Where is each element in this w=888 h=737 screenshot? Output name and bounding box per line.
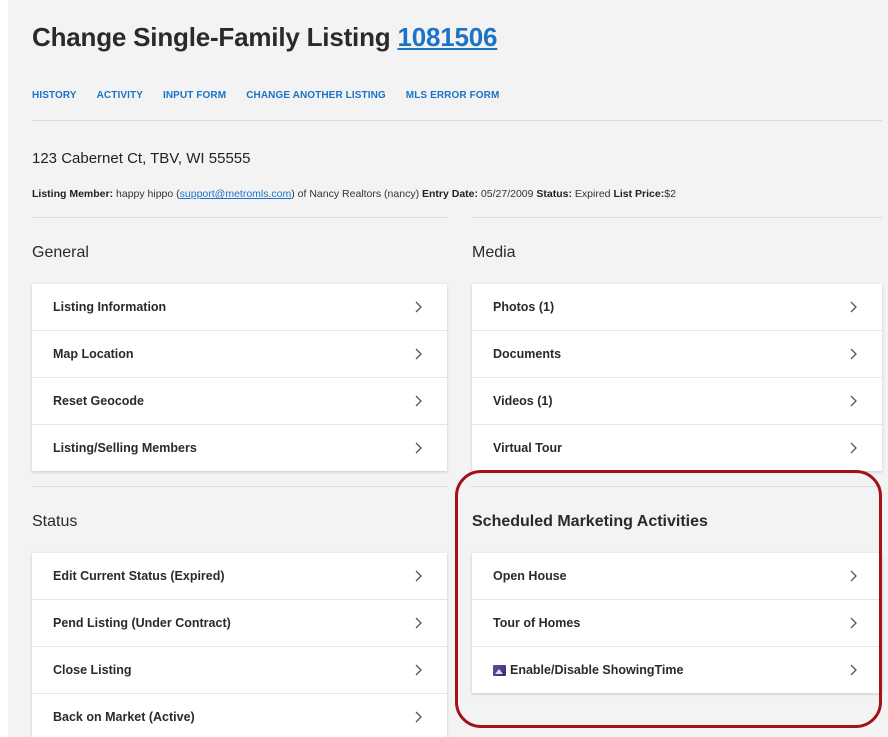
media-item-videos[interactable]: Videos (1) bbox=[472, 378, 882, 425]
row-label: Back on Market (Active) bbox=[53, 710, 195, 724]
general-item-listing-information[interactable]: Listing Information bbox=[32, 284, 447, 331]
top-nav: HISTORY ACTIVITY INPUT FORM CHANGE ANOTH… bbox=[32, 90, 499, 101]
list-price-value: $2 bbox=[664, 188, 676, 200]
chevron-right-icon bbox=[850, 442, 857, 454]
chevron-right-icon bbox=[415, 570, 422, 582]
media-item-virtual-tour[interactable]: Virtual Tour bbox=[472, 425, 882, 471]
general-top-divider bbox=[32, 217, 447, 218]
chevron-right-icon bbox=[415, 442, 422, 454]
media-item-photos[interactable]: Photos (1) bbox=[472, 284, 882, 331]
row-label: Photos (1) bbox=[493, 300, 555, 314]
row-label: Listing Information bbox=[53, 300, 167, 314]
chevron-right-icon bbox=[415, 617, 422, 629]
status-item-pend-listing[interactable]: Pend Listing (Under Contract) bbox=[32, 600, 447, 647]
row-label: Edit Current Status (Expired) bbox=[53, 569, 225, 583]
entry-date: 05/27/2009 bbox=[480, 188, 534, 200]
member-office: ) of Nancy Realtors (nancy) bbox=[291, 188, 420, 200]
list-price-label: List Price: bbox=[613, 188, 665, 200]
general-card: Listing Information Map Location Reset G… bbox=[32, 284, 447, 471]
status-item-back-on-market[interactable]: Back on Market (Active) bbox=[32, 694, 447, 737]
row-label: Close Listing bbox=[53, 663, 132, 677]
row-label: Virtual Tour bbox=[493, 441, 562, 455]
row-label: Listing/Selling Members bbox=[53, 441, 197, 455]
page: Change Single-Family Listing 1081506 HIS… bbox=[0, 0, 888, 737]
status-card: Edit Current Status (Expired) Pend Listi… bbox=[32, 553, 447, 737]
nav-input-form[interactable]: INPUT FORM bbox=[163, 90, 226, 101]
header: Change Single-Family Listing 1081506 HIS… bbox=[8, 0, 888, 118]
status-value: Expired bbox=[574, 188, 611, 200]
chevron-right-icon bbox=[415, 348, 422, 360]
entry-date-label: Entry Date: bbox=[421, 188, 478, 200]
general-item-reset-geocode[interactable]: Reset Geocode bbox=[32, 378, 447, 425]
nav-activity[interactable]: ACTIVITY bbox=[97, 90, 143, 101]
general-item-listing-selling-members[interactable]: Listing/Selling Members bbox=[32, 425, 447, 471]
member-label: Listing Member: bbox=[32, 188, 114, 200]
chevron-right-icon bbox=[850, 348, 857, 360]
section-title-media: Media bbox=[472, 244, 516, 261]
general-item-map-location[interactable]: Map Location bbox=[32, 331, 447, 378]
nav-mls-error-form[interactable]: MLS ERROR FORM bbox=[406, 90, 500, 101]
media-top-divider bbox=[472, 217, 882, 218]
member-email-link[interactable]: support@metromls.com bbox=[180, 188, 292, 200]
row-label: Documents bbox=[493, 347, 562, 361]
nav-change-another-listing[interactable]: CHANGE ANOTHER LISTING bbox=[246, 90, 386, 101]
chevron-right-icon bbox=[850, 301, 857, 313]
page-title: Change Single-Family Listing 1081506 bbox=[32, 22, 498, 53]
row-label: Reset Geocode bbox=[53, 394, 145, 408]
chevron-right-icon bbox=[415, 395, 422, 407]
status-item-edit-current-status[interactable]: Edit Current Status (Expired) bbox=[32, 553, 447, 600]
member-name: happy hippo ( bbox=[116, 188, 180, 200]
row-label: Map Location bbox=[53, 347, 134, 361]
page-title-text: Change Single-Family Listing bbox=[32, 22, 391, 52]
chevron-right-icon bbox=[415, 301, 422, 313]
status-label: Status: bbox=[536, 188, 572, 200]
section-title-general: General bbox=[32, 244, 89, 261]
row-label: Pend Listing (Under Contract) bbox=[53, 616, 231, 630]
section-title-status: Status bbox=[32, 513, 78, 530]
status-top-divider bbox=[32, 486, 447, 487]
listing-address: 123 Cabernet Ct, TBV, WI 55555 bbox=[32, 150, 251, 167]
status-item-close-listing[interactable]: Close Listing bbox=[32, 647, 447, 694]
media-item-documents[interactable]: Documents bbox=[472, 331, 882, 378]
media-card: Photos (1) Documents Videos (1) Virtual … bbox=[472, 284, 882, 471]
chevron-right-icon bbox=[415, 711, 422, 723]
row-label: Videos (1) bbox=[493, 394, 553, 408]
listing-number-link[interactable]: 1081506 bbox=[397, 22, 497, 52]
header-divider bbox=[32, 120, 882, 121]
chevron-right-icon bbox=[415, 664, 422, 676]
listing-info-line: Listing Member: happy hippo (support@met… bbox=[32, 188, 676, 200]
nav-history[interactable]: HISTORY bbox=[32, 90, 77, 101]
left-gutter bbox=[0, 0, 8, 737]
highlight-annotation bbox=[455, 470, 882, 728]
chevron-right-icon bbox=[850, 395, 857, 407]
